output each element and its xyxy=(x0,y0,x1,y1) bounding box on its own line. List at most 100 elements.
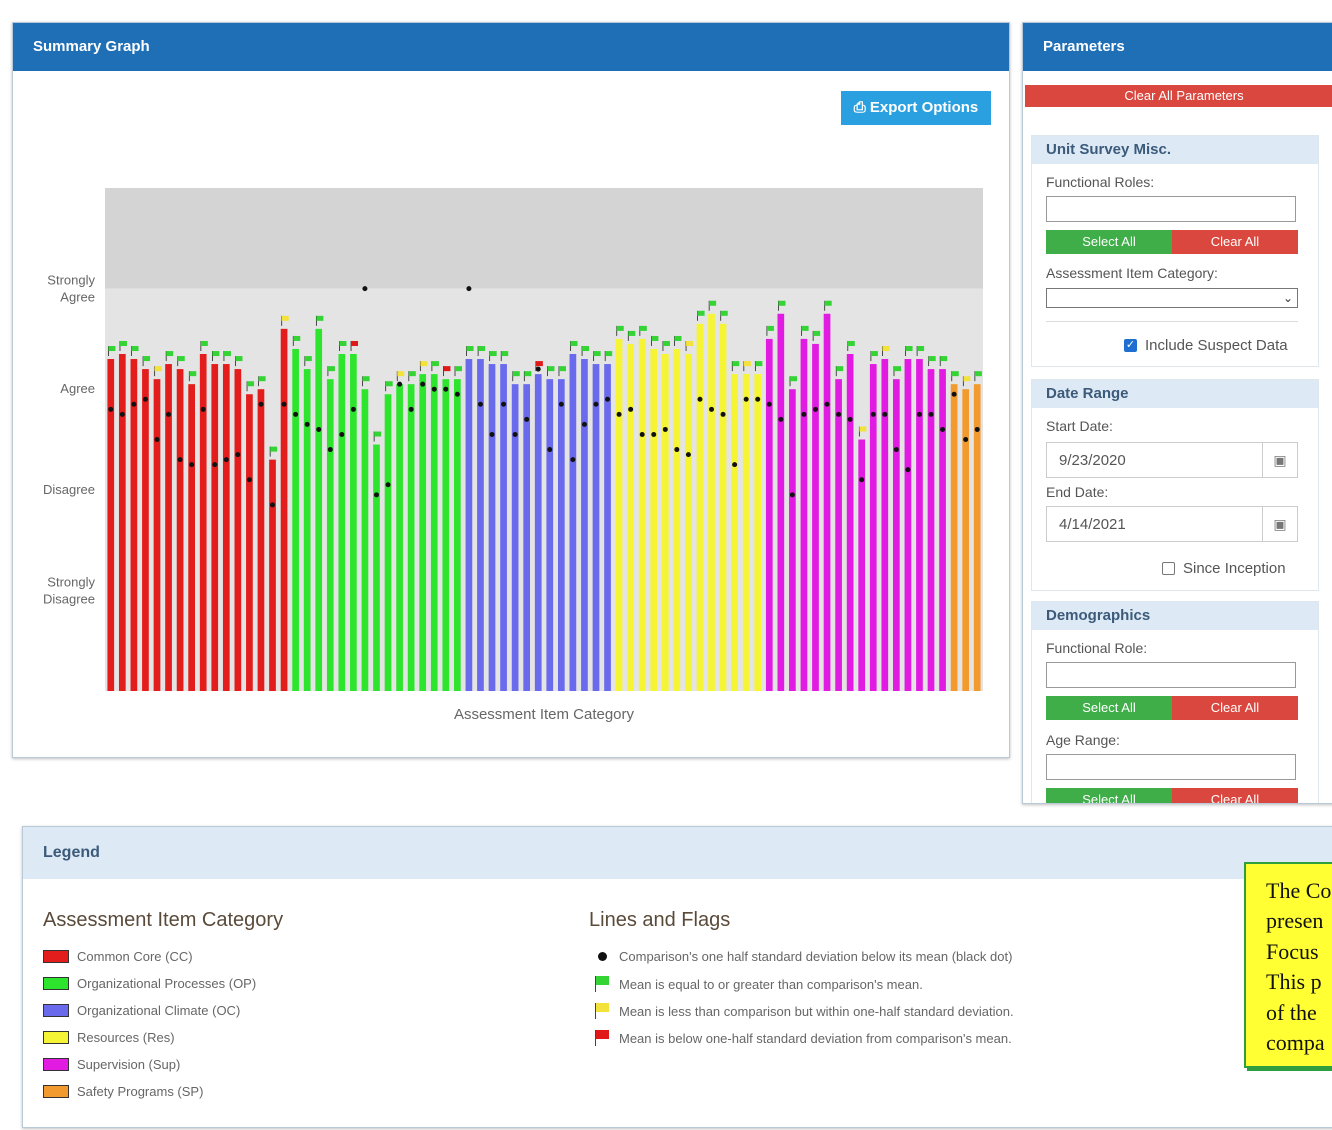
flag-marker xyxy=(281,315,289,321)
start-date-label: Start Date: xyxy=(1046,418,1113,434)
chart-bar xyxy=(661,353,669,691)
comparison-dot xyxy=(327,447,333,453)
comparison-dot xyxy=(639,431,645,437)
comparison-dot xyxy=(408,406,414,412)
chart-bar xyxy=(384,394,392,691)
comparison-dot xyxy=(385,482,391,488)
flag-marker xyxy=(778,300,786,306)
date-range-section: Date Range Start Date: 9/23/2020 ▣ End D… xyxy=(1031,379,1319,591)
flag-marker xyxy=(686,340,694,346)
flag-marker xyxy=(940,356,948,362)
age-range-clear-all-button[interactable]: Clear All xyxy=(1172,788,1298,803)
comparison-dot xyxy=(339,431,345,437)
flag-marker xyxy=(928,356,936,362)
functional-roles-clear-all-button[interactable]: Clear All xyxy=(1172,230,1298,254)
comparison-dot xyxy=(755,396,761,402)
note-line: The Co xyxy=(1266,878,1332,903)
flag-marker xyxy=(593,351,601,357)
age-range-select-all-button[interactable]: Select All xyxy=(1046,788,1172,803)
comparison-dot xyxy=(477,401,483,407)
clear-all-parameters-button[interactable]: Clear All Parameters xyxy=(1025,85,1332,107)
flag-marker xyxy=(547,366,555,372)
y-tick-label: Disagree xyxy=(43,482,95,497)
include-suspect-data-checkbox[interactable]: ✓ Include Suspect Data xyxy=(1124,337,1288,354)
comparison-dot xyxy=(350,406,356,412)
flag-marker xyxy=(351,340,359,346)
since-inception-checkbox[interactable]: Since Inception xyxy=(1162,560,1286,577)
comparison-dot xyxy=(870,411,876,417)
assessment-category-select[interactable]: ⌄ xyxy=(1046,288,1298,308)
flag-marker xyxy=(582,346,590,352)
functional-role-select-all-button[interactable]: Select All xyxy=(1046,696,1172,720)
chart-bar xyxy=(326,379,334,691)
chart-bar xyxy=(396,384,403,691)
flag-marker xyxy=(951,371,959,377)
chart-bar xyxy=(511,384,519,691)
calendar-icon[interactable]: ▣ xyxy=(1262,507,1297,541)
comparison-dot xyxy=(166,411,172,417)
y-tick-label: Agree xyxy=(60,381,95,396)
flag-marker xyxy=(894,366,902,372)
chart-bar xyxy=(708,313,715,691)
flag-marker xyxy=(824,300,832,306)
flag-marker xyxy=(512,371,520,377)
chart-bar xyxy=(685,353,692,691)
chart-bar xyxy=(950,384,958,691)
functional-roles-input[interactable] xyxy=(1046,196,1296,222)
flag-marker xyxy=(200,340,208,346)
chart-bar xyxy=(361,389,369,691)
flag-marker xyxy=(362,376,370,382)
chart-bar xyxy=(188,384,195,691)
divider xyxy=(1046,321,1298,322)
legend-line-label: Mean is below one-half standard deviatio… xyxy=(619,1030,1012,1046)
since-inception-label: Since Inception xyxy=(1183,560,1286,577)
flag-marker xyxy=(743,361,751,367)
chart-bar xyxy=(939,369,946,691)
chart-bar xyxy=(199,353,207,691)
age-range-input[interactable] xyxy=(1046,754,1296,780)
comparison-dot xyxy=(616,411,622,417)
chart-bar xyxy=(615,338,623,691)
chart-bar xyxy=(835,379,842,691)
flag-marker xyxy=(558,366,566,372)
comparison-dot xyxy=(131,401,137,407)
chart-bar xyxy=(153,379,161,691)
yellow-flag-icon xyxy=(593,1003,611,1019)
chart-bar xyxy=(430,374,438,691)
include-suspect-data-label: Include Suspect Data xyxy=(1145,337,1288,354)
start-date-field[interactable]: 9/23/2020 ▣ xyxy=(1046,442,1298,478)
flag-marker xyxy=(108,346,116,352)
functional-role-input[interactable] xyxy=(1046,662,1296,688)
flag-marker xyxy=(697,310,705,316)
end-date-field[interactable]: 4/14/2021 ▣ xyxy=(1046,506,1298,542)
comparison-dot xyxy=(570,457,576,463)
legend-category-label: Resources (Res) xyxy=(77,1030,175,1045)
functional-roles-select-all-button[interactable]: Select All xyxy=(1046,230,1172,254)
flag-marker xyxy=(524,371,532,377)
comparison-dot xyxy=(501,401,507,407)
flag-marker xyxy=(628,330,636,336)
comparison-dot xyxy=(246,477,252,483)
x-axis-label: Assessment Item Category xyxy=(454,706,635,723)
functional-role-clear-all-button[interactable]: Clear All xyxy=(1172,696,1298,720)
chart-bar xyxy=(500,364,507,691)
comparison-dot xyxy=(443,386,449,392)
flag-marker xyxy=(408,371,416,377)
date-range-title: Date Range xyxy=(1032,380,1318,408)
chart-bar xyxy=(280,328,288,691)
comparison-dot xyxy=(651,431,657,437)
flag-marker xyxy=(790,376,798,382)
comparison-dot xyxy=(512,431,518,437)
comparison-dot xyxy=(362,286,368,292)
calendar-icon[interactable]: ▣ xyxy=(1262,443,1297,477)
chart-bar xyxy=(534,374,542,691)
comparison-dot xyxy=(974,426,980,432)
flag-marker xyxy=(709,300,717,306)
checkbox-checked-icon: ✓ xyxy=(1124,339,1137,352)
flag-marker xyxy=(304,356,312,362)
chart-bar xyxy=(846,353,854,691)
y-tick-label: Strongly Disagree xyxy=(43,574,96,606)
comparison-dot xyxy=(778,416,784,422)
comparison-dot xyxy=(801,411,807,417)
flag-marker xyxy=(293,335,301,341)
